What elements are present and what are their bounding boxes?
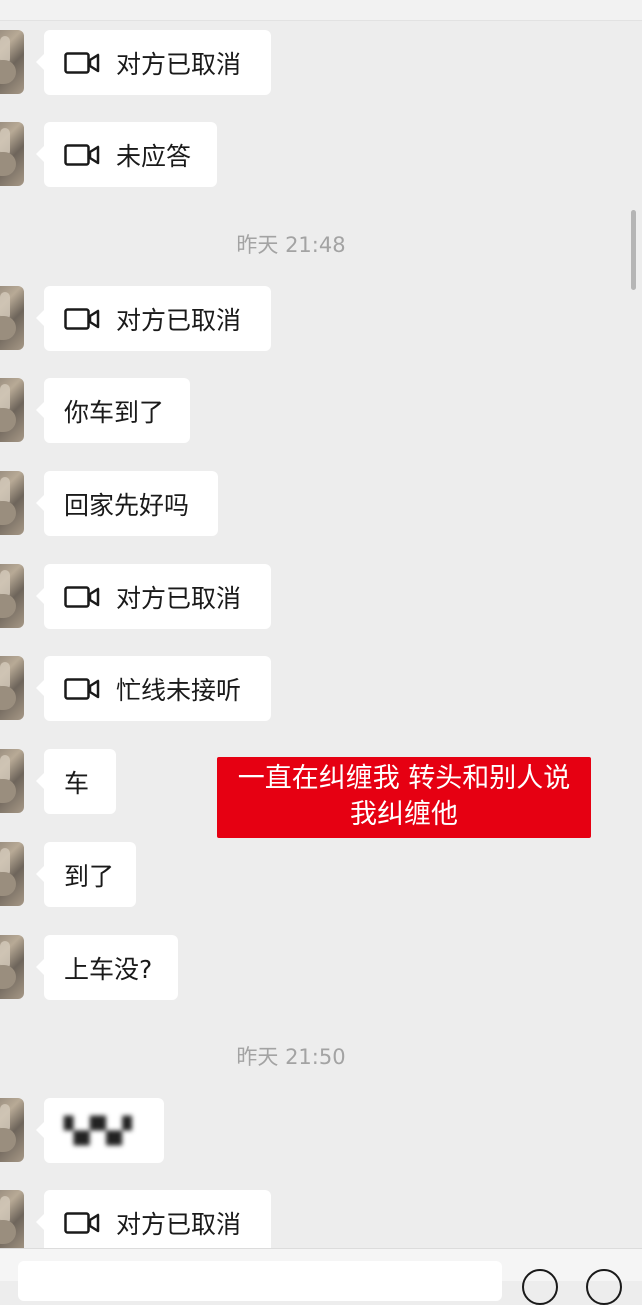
contact-avatar[interactable] xyxy=(0,122,24,186)
chat-message-list[interactable]: 对方已取消 未应答 昨天 21:48 对方已取消 你车到了 回家先好吗 对方已取… xyxy=(0,0,642,1255)
caption-line-1: 一直在纠缠我 转头和别人说 xyxy=(237,763,571,794)
caption-line-2: 我纠缠他 xyxy=(350,799,458,830)
video-call-icon xyxy=(64,143,100,166)
more-button[interactable] xyxy=(586,1269,622,1305)
message-text: 未应答 xyxy=(116,141,192,171)
contact-avatar[interactable] xyxy=(0,564,24,628)
message-bubble[interactable]: ▚▞▚▞ xyxy=(36,1098,164,1163)
contact-avatar[interactable] xyxy=(0,842,24,906)
message-bubble[interactable]: 车 xyxy=(36,749,116,814)
contact-avatar[interactable] xyxy=(0,378,24,442)
input-toolbar xyxy=(0,1248,642,1305)
message-bubble[interactable]: 忙线未接听 xyxy=(36,656,271,721)
timestamp: 昨天 21:50 xyxy=(236,1045,346,1069)
message-bubble[interactable]: 对方已取消 xyxy=(36,564,271,629)
message-text: 回家先好吗 xyxy=(64,490,190,520)
contact-avatar[interactable] xyxy=(0,1098,24,1162)
video-call-icon xyxy=(64,307,100,330)
message-text: 车 xyxy=(64,768,90,798)
message-text: 到了 xyxy=(64,861,115,891)
message-input[interactable] xyxy=(18,1261,502,1301)
emoji-button[interactable] xyxy=(522,1269,558,1305)
message-text: 对方已取消 xyxy=(116,305,242,335)
message-text: 你车到了 xyxy=(64,397,165,427)
timestamp: 昨天 21:48 xyxy=(236,233,346,257)
message-text: 上车没? xyxy=(64,954,153,984)
message-text: 对方已取消 xyxy=(116,1209,242,1239)
blurred-message-text: ▚▞▚▞ xyxy=(64,1116,132,1145)
contact-avatar[interactable] xyxy=(0,656,24,720)
contact-avatar[interactable] xyxy=(0,286,24,350)
contact-avatar[interactable] xyxy=(0,749,24,813)
message-text: 对方已取消 xyxy=(116,49,242,79)
contact-avatar[interactable] xyxy=(0,30,24,94)
contact-avatar[interactable] xyxy=(0,935,24,999)
video-call-icon xyxy=(64,1211,100,1234)
video-call-icon xyxy=(64,51,100,74)
message-bubble[interactable]: 你车到了 xyxy=(36,378,190,443)
contact-avatar[interactable] xyxy=(0,1190,24,1254)
message-bubble[interactable]: 对方已取消 xyxy=(36,286,271,351)
message-bubble[interactable]: 对方已取消 xyxy=(36,30,271,95)
scrollbar[interactable] xyxy=(631,210,636,290)
message-bubble[interactable]: 未应答 xyxy=(36,122,217,187)
caption-overlay: 一直在纠缠我 转头和别人说 我纠缠他 xyxy=(217,757,591,838)
message-bubble[interactable]: 对方已取消 xyxy=(36,1190,271,1255)
video-call-icon xyxy=(64,677,100,700)
message-bubble[interactable]: 到了 xyxy=(36,842,136,907)
video-call-icon xyxy=(64,585,100,608)
message-bubble[interactable]: 回家先好吗 xyxy=(36,471,218,536)
message-text: 对方已取消 xyxy=(116,583,242,613)
contact-avatar[interactable] xyxy=(0,471,24,535)
message-text: 忙线未接听 xyxy=(116,675,242,705)
message-bubble[interactable]: 上车没? xyxy=(36,935,178,1000)
